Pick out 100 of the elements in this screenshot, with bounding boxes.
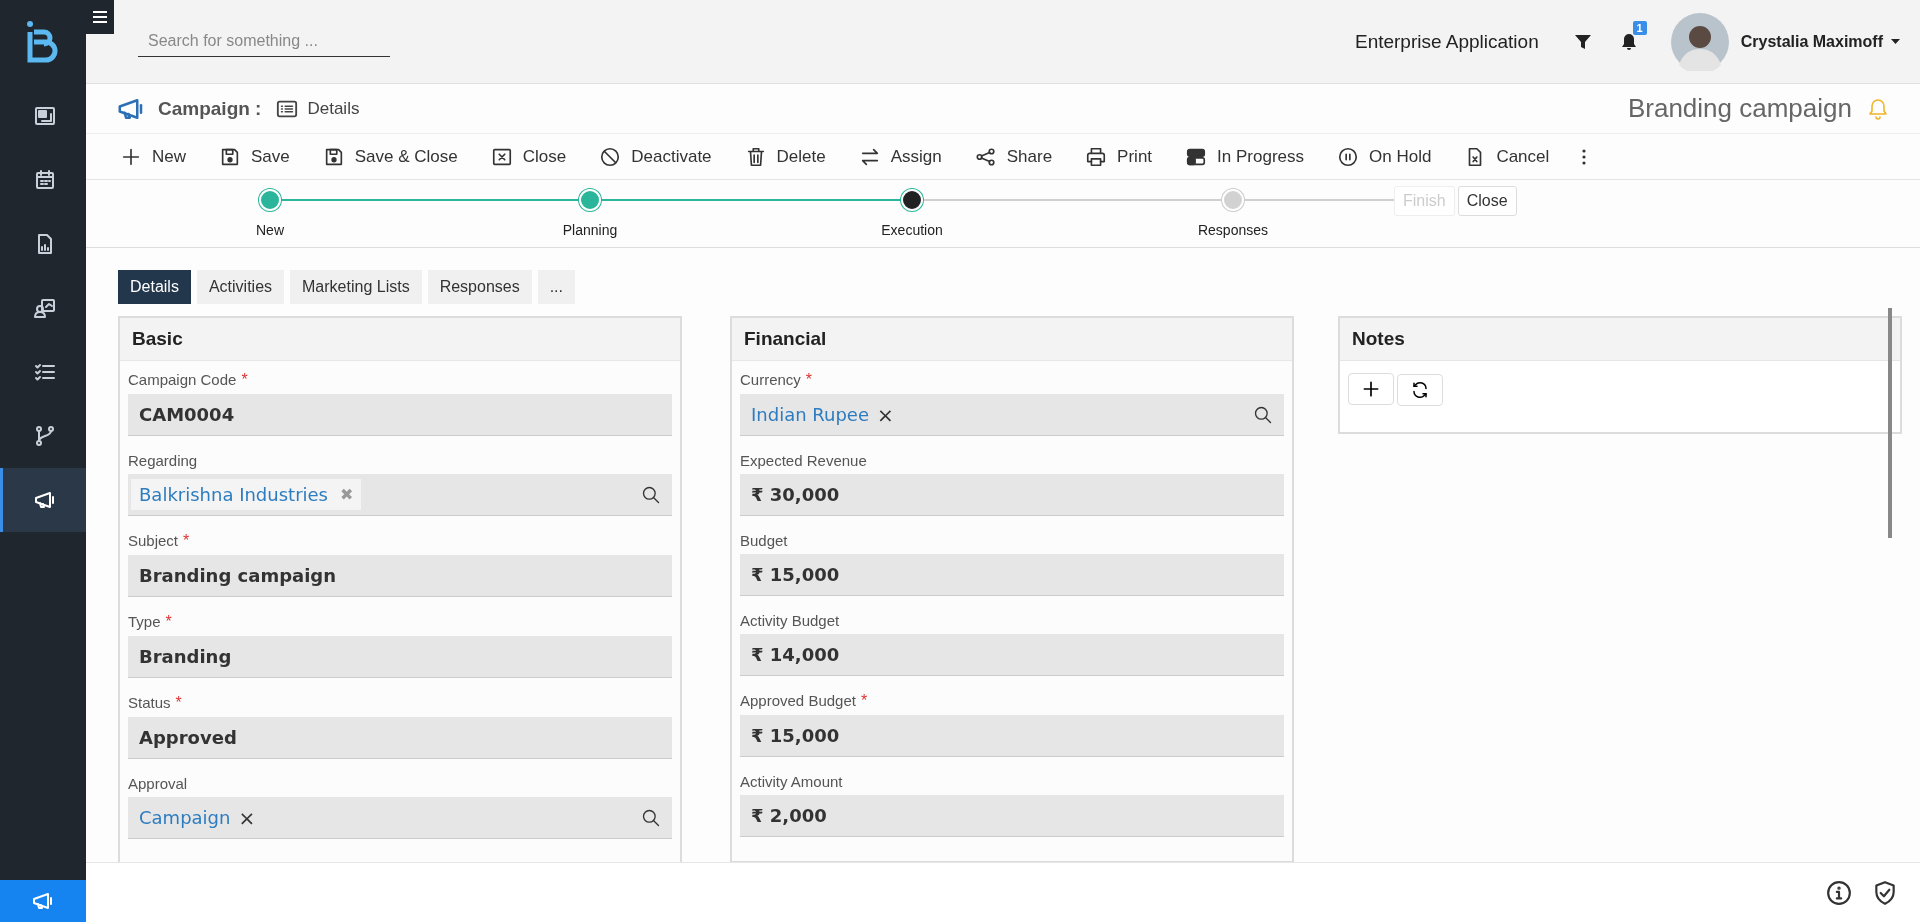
prohibited-icon (599, 145, 622, 168)
toolbar-button[interactable]: Share (974, 145, 1053, 168)
toolbar-button[interactable]: Save & Close (322, 145, 458, 168)
share-icon (974, 145, 997, 168)
stage-label: New (256, 222, 284, 238)
stage-button[interactable]: Close (1457, 186, 1517, 216)
section-title: Notes (1340, 318, 1900, 361)
campaign-button[interactable] (0, 880, 86, 922)
tab[interactable]: Activities (196, 270, 285, 304)
toolbar-button[interactable]: Save (219, 145, 290, 168)
field-label: Activity Amount (740, 773, 843, 790)
field-label: Type (128, 613, 161, 630)
section-title: Financial (732, 318, 1292, 361)
tag-label[interactable]: Balkrishna Industries (139, 484, 328, 505)
required-mark: * (175, 694, 182, 712)
sidebar-item[interactable] (0, 468, 86, 532)
toolbar-button[interactable]: In Progress (1185, 145, 1304, 168)
scrollbar[interactable] (1888, 308, 1892, 538)
record-title: Branding campaign (1627, 93, 1852, 124)
lookup-value[interactable]: Indian Rupee (751, 404, 869, 425)
field-label: Currency (740, 371, 801, 388)
filter-button[interactable] (1574, 33, 1591, 50)
remove-button[interactable]: × (238, 805, 256, 830)
notification-badge: 1 (1632, 20, 1647, 35)
stage-marker[interactable] (1222, 189, 1244, 211)
toolbar-button[interactable]: Delete (744, 145, 826, 168)
input-field[interactable]: Branding campaign (128, 555, 672, 597)
toolbar-button[interactable]: Deactivate (599, 145, 712, 168)
printer-icon (1085, 145, 1108, 168)
menu-button[interactable] (86, 0, 114, 34)
user-menu[interactable]: Crystalia Maximoff (1740, 32, 1900, 51)
required-mark: * (183, 532, 190, 550)
info-icon (1826, 879, 1852, 906)
shield-check-icon (1872, 879, 1898, 906)
search-field[interactable]: Search for something ... (138, 26, 390, 57)
pause-icon (1337, 145, 1359, 168)
info-button[interactable] (1826, 879, 1852, 906)
input-field[interactable]: ₹ 14,000 (740, 634, 1284, 676)
stage-marker[interactable] (259, 189, 281, 211)
toolbar-button[interactable]: New (120, 145, 186, 168)
input-field[interactable]: ₹ 2,000 (740, 795, 1284, 837)
avatar (1670, 12, 1729, 71)
input-field[interactable]: CAM0004 (128, 394, 672, 436)
field-label: Status (128, 694, 171, 711)
plus-icon (1361, 379, 1381, 399)
refresh-button[interactable] (1397, 374, 1443, 406)
toolbar-button[interactable]: Print (1085, 145, 1153, 168)
section-title: Basic (120, 318, 680, 361)
stage-label: Planning (562, 222, 618, 238)
picture-icon (32, 104, 57, 128)
entity-title: Campaign : (158, 97, 262, 120)
security-button[interactable] (1872, 879, 1898, 906)
required-mark: * (805, 371, 813, 389)
stage-marker[interactable] (579, 189, 601, 211)
tab[interactable]: ... (537, 270, 575, 304)
required-mark: * (241, 371, 248, 389)
stage-label: Responses (1198, 222, 1268, 238)
field-label: Subject (128, 532, 179, 549)
search-icon[interactable] (641, 484, 661, 505)
view-label: Details (307, 98, 360, 119)
lookup-field[interactable]: Balkrishna Industries ✖ (128, 474, 672, 516)
tab[interactable]: Responses (427, 270, 532, 304)
refresh-icon (1411, 381, 1429, 399)
toolbar-button[interactable]: Close (490, 145, 567, 168)
field-label: Approval (128, 775, 188, 792)
logo-icon (26, 18, 60, 66)
field-label: Budget (740, 532, 788, 549)
app-name: Enterprise Application (1354, 30, 1539, 53)
menu-icon (93, 11, 107, 23)
toolbar-button[interactable]: Cancel (1464, 145, 1550, 168)
search-icon[interactable] (1253, 404, 1273, 425)
stage-marker[interactable] (901, 189, 923, 211)
filter-icon (1574, 33, 1591, 50)
lookup-field[interactable]: Campaign × (128, 797, 672, 839)
more-button[interactable] (1582, 148, 1587, 165)
required-mark: * (860, 692, 868, 710)
toolbar-button[interactable]: Assign (858, 145, 942, 168)
field-label: Regarding (128, 452, 198, 469)
input-field[interactable]: ₹ 30,000 (740, 474, 1284, 516)
more-vertical-icon (1582, 148, 1587, 165)
lookup-field[interactable]: Indian Rupee × (740, 394, 1284, 436)
field-label: Expected Revenue (740, 452, 867, 469)
tab[interactable]: Details (118, 270, 191, 304)
tab[interactable]: Marketing Lists (290, 270, 422, 304)
lookup-value[interactable]: Campaign (139, 807, 231, 828)
toolbar-button[interactable]: On Hold (1337, 145, 1432, 168)
search-icon[interactable] (641, 807, 661, 828)
field-label: Approved Budget (740, 692, 856, 709)
add-note-button[interactable] (1348, 373, 1394, 405)
remove-button[interactable]: × (877, 402, 894, 427)
input-field[interactable]: ₹ 15,000 (740, 554, 1284, 596)
contact-card-icon (32, 296, 57, 320)
input-field[interactable]: Branding (128, 636, 672, 678)
caret-icon (1891, 39, 1900, 44)
bell-icon[interactable] (1620, 32, 1637, 51)
field-label: Activity Budget (740, 612, 840, 629)
field-label: Campaign Code (128, 371, 237, 388)
input-field[interactable]: ₹ 15,000 (740, 715, 1284, 757)
input-field[interactable]: Approved (128, 717, 672, 759)
stage-label: Execution (881, 222, 943, 238)
